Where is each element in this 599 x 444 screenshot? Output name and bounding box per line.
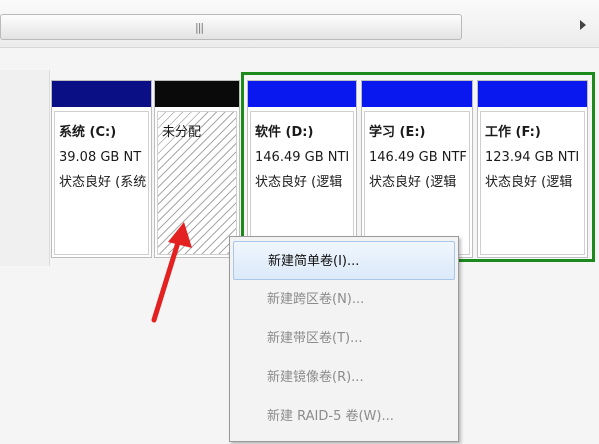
partition-size: 146.49 GB NTF xyxy=(369,150,467,165)
context-menu: 新建简单卷(I)... 新建跨区卷(N)... 新建带区卷(T)... 新建镜像… xyxy=(229,236,459,442)
partition-bar-logical xyxy=(248,81,356,107)
partition-e[interactable]: 学习 (E:) 146.49 GB NTF 状态良好 (逻辑 xyxy=(361,80,473,258)
partition-status: 状态良好 (逻辑 xyxy=(255,175,343,190)
partition-name: 系统 (C:) xyxy=(59,125,117,140)
scrollbar-thumb[interactable]: ||| xyxy=(0,14,462,40)
partition-bar-primary xyxy=(52,81,151,107)
partition-size: 39.08 GB NT xyxy=(59,150,142,165)
partition-body: 系统 (C:) 39.08 GB NT 状态良好 (系统 xyxy=(54,111,149,255)
partition-status: 状态良好 (逻辑 xyxy=(369,175,457,190)
partition-size: 9.77 GB xyxy=(162,112,236,120)
disk-label-column xyxy=(0,70,50,266)
partition-status: 未分配 xyxy=(162,125,202,140)
menu-item-new-simple-volume[interactable]: 新建简单卷(I)... xyxy=(233,241,455,280)
partition-bar-logical xyxy=(478,81,587,107)
partition-body: 学习 (E:) 146.49 GB NTF 状态良好 (逻辑 xyxy=(364,111,470,255)
partition-bar-unallocated xyxy=(155,81,239,107)
partition-name: 工作 (F:) xyxy=(485,125,541,140)
partition-size: 123.94 GB NTI xyxy=(485,150,580,165)
partition-bar-logical xyxy=(362,81,472,107)
menu-item-new-spanned-volume: 新建跨区卷(N)... xyxy=(267,292,365,307)
partition-d[interactable]: 软件 (D:) 146.49 GB NTI 状态良好 (逻辑 xyxy=(247,80,357,258)
partition-status: 状态良好 (逻辑 xyxy=(485,175,573,190)
red-arrow-icon xyxy=(151,222,192,323)
menu-item-new-raid5-volume: 新建 RAID-5 卷(W)... xyxy=(267,409,394,424)
scroll-right-arrow-icon[interactable] xyxy=(580,20,586,30)
partition-size: 146.49 GB NTI xyxy=(255,150,350,165)
partition-f[interactable]: 工作 (F:) 123.94 GB NTI 状态良好 (逻辑 xyxy=(477,80,588,258)
partition-body: 工作 (F:) 123.94 GB NTI 状态良好 (逻辑 xyxy=(480,111,585,255)
partition-body: 软件 (D:) 146.49 GB NTI 状态良好 (逻辑 xyxy=(250,111,354,255)
menu-item-new-mirrored-volume: 新建镜像卷(R)... xyxy=(267,370,364,385)
partition-c[interactable]: 系统 (C:) 39.08 GB NT 状态良好 (系统 xyxy=(51,80,152,258)
scrollbar-grip-icon: ||| xyxy=(195,21,204,34)
partition-name: 学习 (E:) xyxy=(369,125,426,140)
menu-item-new-striped-volume: 新建带区卷(T)... xyxy=(267,331,363,346)
partition-status: 状态良好 (系统 xyxy=(59,175,147,190)
horizontal-scrollbar[interactable]: ||| xyxy=(0,0,599,48)
partition-name: 软件 (D:) xyxy=(255,125,314,140)
